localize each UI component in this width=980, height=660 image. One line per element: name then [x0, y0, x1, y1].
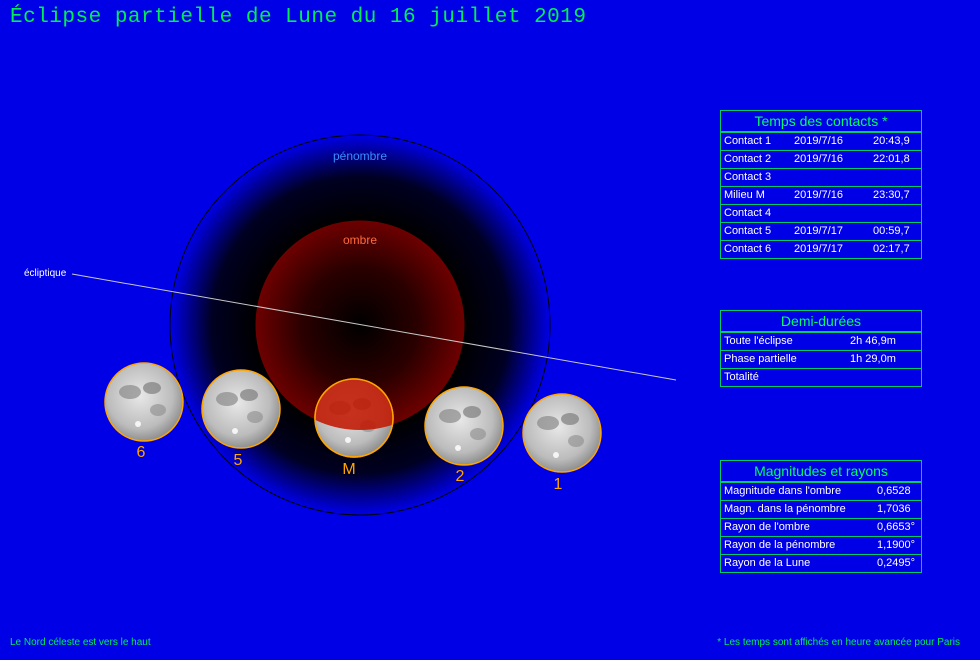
- magnitude-value: 0,6653°: [877, 521, 916, 533]
- contact-date: 2019/7/17: [794, 225, 843, 237]
- table-row: Contact 3: [721, 168, 921, 186]
- contact-date: 2019/7/16: [794, 189, 843, 201]
- moon-position-5: [201, 369, 281, 449]
- contact-name: Contact 6: [724, 243, 772, 255]
- magnitude-value: 1,7036: [877, 503, 911, 515]
- umbra-label: ombre: [343, 233, 377, 247]
- moon-label-6: 6: [137, 444, 146, 461]
- contact-date: 2019/7/16: [794, 135, 843, 147]
- moon-position-2: [424, 386, 504, 466]
- magnitude-name: Rayon de la pénombre: [724, 539, 836, 551]
- contact-date: 2019/7/17: [794, 243, 843, 255]
- magnitude-name: Magnitude dans l'ombre: [724, 485, 842, 497]
- contact-name: Milieu M: [724, 189, 765, 201]
- moon-position-6: [104, 362, 184, 442]
- durations-table: Demi-durées Toute l'éclipse 2h 46,9m Pha…: [720, 310, 922, 387]
- table-row: Magnitude dans l'ombre 0,6528: [721, 482, 921, 500]
- table-row: Rayon de la pénombre 1,1900°: [721, 536, 921, 554]
- contact-name: Contact 4: [724, 207, 772, 219]
- duration-name: Phase partielle: [724, 353, 797, 365]
- table-row: Milieu M 2019/7/16 23:30,7: [721, 186, 921, 204]
- magnitudes-heading: Magnitudes et rayons: [721, 461, 921, 482]
- moon-position-M: [314, 378, 394, 458]
- magnitude-value: 0,2495°: [877, 557, 916, 569]
- contacts-heading: Temps des contacts *: [721, 111, 921, 132]
- ecliptic-label: écliptique: [24, 268, 67, 279]
- footer-time-note: * Les temps sont affichés en heure avanc…: [717, 637, 960, 648]
- penumbra-label: pénombre: [333, 149, 387, 163]
- duration-value: 2h 46,9m: [850, 335, 896, 347]
- magnitude-name: Rayon de l'ombre: [724, 521, 810, 533]
- moon-label-2: 2: [456, 468, 465, 485]
- magnitude-name: Magn. dans la pénombre: [724, 503, 846, 515]
- contact-time: 20:43,9: [873, 135, 910, 147]
- contact-name: Contact 5: [724, 225, 772, 237]
- contacts-table: Temps des contacts * Contact 1 2019/7/16…: [720, 110, 922, 259]
- duration-name: Toute l'éclipse: [724, 335, 793, 347]
- table-row: Totalité: [721, 368, 921, 386]
- magnitude-name: Rayon de la Lune: [724, 557, 811, 569]
- table-row: Contact 4: [721, 204, 921, 222]
- contact-name: Contact 3: [724, 171, 772, 183]
- contact-time: 23:30,7: [873, 189, 910, 201]
- duration-value: 1h 29,0m: [850, 353, 896, 365]
- moon-label-M: M: [342, 461, 355, 478]
- table-row: Rayon de l'ombre 0,6653°: [721, 518, 921, 536]
- contact-time: 22:01,8: [873, 153, 910, 165]
- table-row: Phase partielle 1h 29,0m: [721, 350, 921, 368]
- contact-name: Contact 1: [724, 135, 772, 147]
- moon-label-1: 1: [554, 476, 563, 493]
- magnitude-value: 0,6528: [877, 485, 911, 497]
- table-row: Contact 6 2019/7/17 02:17,7: [721, 240, 921, 258]
- magnitudes-table: Magnitudes et rayons Magnitude dans l'om…: [720, 460, 922, 573]
- contact-time: 00:59,7: [873, 225, 910, 237]
- duration-name: Totalité: [724, 371, 759, 383]
- moon-position-1: [522, 393, 602, 473]
- magnitude-value: 1,1900°: [877, 539, 916, 551]
- table-row: Contact 5 2019/7/17 00:59,7: [721, 222, 921, 240]
- table-row: Rayon de la Lune 0,2495°: [721, 554, 921, 572]
- table-row: Toute l'éclipse 2h 46,9m: [721, 332, 921, 350]
- contact-date: 2019/7/16: [794, 153, 843, 165]
- moon-label-5: 5: [234, 452, 243, 469]
- table-row: Contact 2 2019/7/16 22:01,8: [721, 150, 921, 168]
- contact-name: Contact 2: [724, 153, 772, 165]
- durations-heading: Demi-durées: [721, 311, 921, 332]
- table-row: Contact 1 2019/7/16 20:43,9: [721, 132, 921, 150]
- footer-north-note: Le Nord céleste est vers le haut: [10, 637, 151, 648]
- table-row: Magn. dans la pénombre 1,7036: [721, 500, 921, 518]
- contact-time: 02:17,7: [873, 243, 910, 255]
